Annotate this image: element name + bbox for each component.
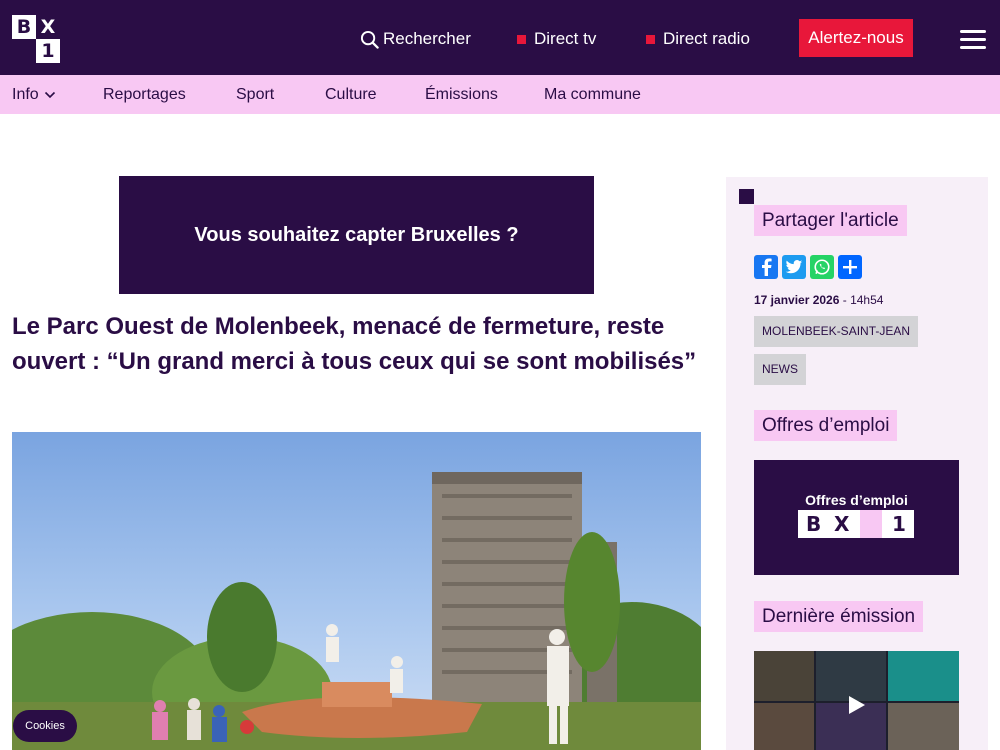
logo-letter-b: B bbox=[806, 512, 822, 536]
article-photo bbox=[12, 432, 701, 750]
whatsapp-icon[interactable] bbox=[810, 255, 834, 279]
last-emission-thumbnail[interactable] bbox=[754, 651, 959, 750]
tag-news[interactable]: NEWS bbox=[754, 354, 806, 385]
live-indicator-icon bbox=[646, 34, 655, 44]
nav-item-info[interactable]: Info bbox=[12, 75, 56, 114]
publish-time: - 14h54 bbox=[842, 293, 884, 307]
park-scene-image bbox=[12, 472, 701, 750]
last-emission-title: Dernière émission bbox=[754, 601, 924, 632]
direct-tv-label: Direct tv bbox=[534, 29, 597, 48]
video-tile bbox=[754, 703, 814, 750]
share-icon[interactable] bbox=[838, 255, 862, 279]
logo-digit-1: 1 bbox=[36, 39, 60, 63]
search-icon bbox=[360, 30, 379, 49]
direct-tv-link[interactable]: Direct tv bbox=[517, 27, 596, 51]
facebook-icon[interactable] bbox=[754, 255, 778, 279]
nav-item-ma-commune[interactable]: Ma commune bbox=[544, 75, 641, 114]
logo-block bbox=[12, 39, 36, 63]
live-indicator-icon bbox=[517, 34, 526, 44]
jobs-card[interactable]: Offres d’emploi B X 1 bbox=[754, 460, 959, 575]
top-header: B X 1 Rechercher Direct tv Direct radio … bbox=[0, 0, 1000, 75]
logo-letter-x: X bbox=[834, 512, 850, 536]
jobs-section-title: Offres d’emploi bbox=[754, 410, 898, 441]
search-label: Rechercher bbox=[383, 29, 471, 48]
chevron-down-icon bbox=[44, 91, 55, 98]
video-tile bbox=[888, 703, 959, 750]
article-headline: Le Parc Ouest de Molenbeek, menacé de fe… bbox=[12, 313, 697, 375]
tag-molenbeek[interactable]: MOLENBEEK-SAINT-JEAN bbox=[754, 316, 919, 347]
play-icon[interactable] bbox=[844, 693, 868, 717]
nav-item-sport[interactable]: Sport bbox=[236, 75, 274, 114]
jobs-card-title: Offres d’emploi bbox=[805, 492, 908, 508]
direct-radio-label: Direct radio bbox=[663, 29, 750, 48]
decorative-square-icon bbox=[739, 189, 754, 204]
logo-letter-x: X bbox=[36, 15, 60, 39]
logo-letter-b: B bbox=[12, 15, 36, 39]
nav-item-reportages[interactable]: Reportages bbox=[103, 75, 186, 114]
category-nav: Info Reportages Sport Culture Émissions … bbox=[0, 75, 1000, 114]
nav-item-emissions[interactable]: Émissions bbox=[425, 75, 498, 114]
direct-radio-link[interactable]: Direct radio bbox=[646, 27, 750, 51]
twitter-icon[interactable] bbox=[782, 255, 806, 279]
jobs-card-logo: B X 1 bbox=[798, 510, 914, 538]
video-tile bbox=[754, 651, 814, 701]
nav-item-label: Info bbox=[12, 86, 39, 103]
hamburger-menu-icon[interactable] bbox=[958, 27, 988, 51]
article-date: 17 janvier 2026 - 14h54 bbox=[754, 293, 883, 307]
alert-us-button[interactable]: Alertez-nous bbox=[799, 19, 913, 57]
ad-banner[interactable]: Vous souhaitez capter Bruxelles ? bbox=[119, 176, 594, 294]
logo-pink-block bbox=[860, 510, 882, 538]
bx1-logo[interactable]: B X 1 bbox=[12, 15, 60, 63]
article-sidebar: Partager l'article 17 janvier 2026 - 14h… bbox=[726, 177, 988, 750]
share-buttons bbox=[754, 255, 862, 279]
share-section-title: Partager l'article bbox=[754, 205, 907, 236]
logo-digit-1: 1 bbox=[892, 512, 906, 536]
video-tile bbox=[888, 651, 959, 701]
publish-date: 17 janvier 2026 bbox=[754, 293, 840, 307]
cookies-button[interactable]: Cookies bbox=[13, 710, 77, 742]
search-link[interactable]: Rechercher bbox=[360, 27, 471, 51]
nav-item-culture[interactable]: Culture bbox=[325, 75, 377, 114]
